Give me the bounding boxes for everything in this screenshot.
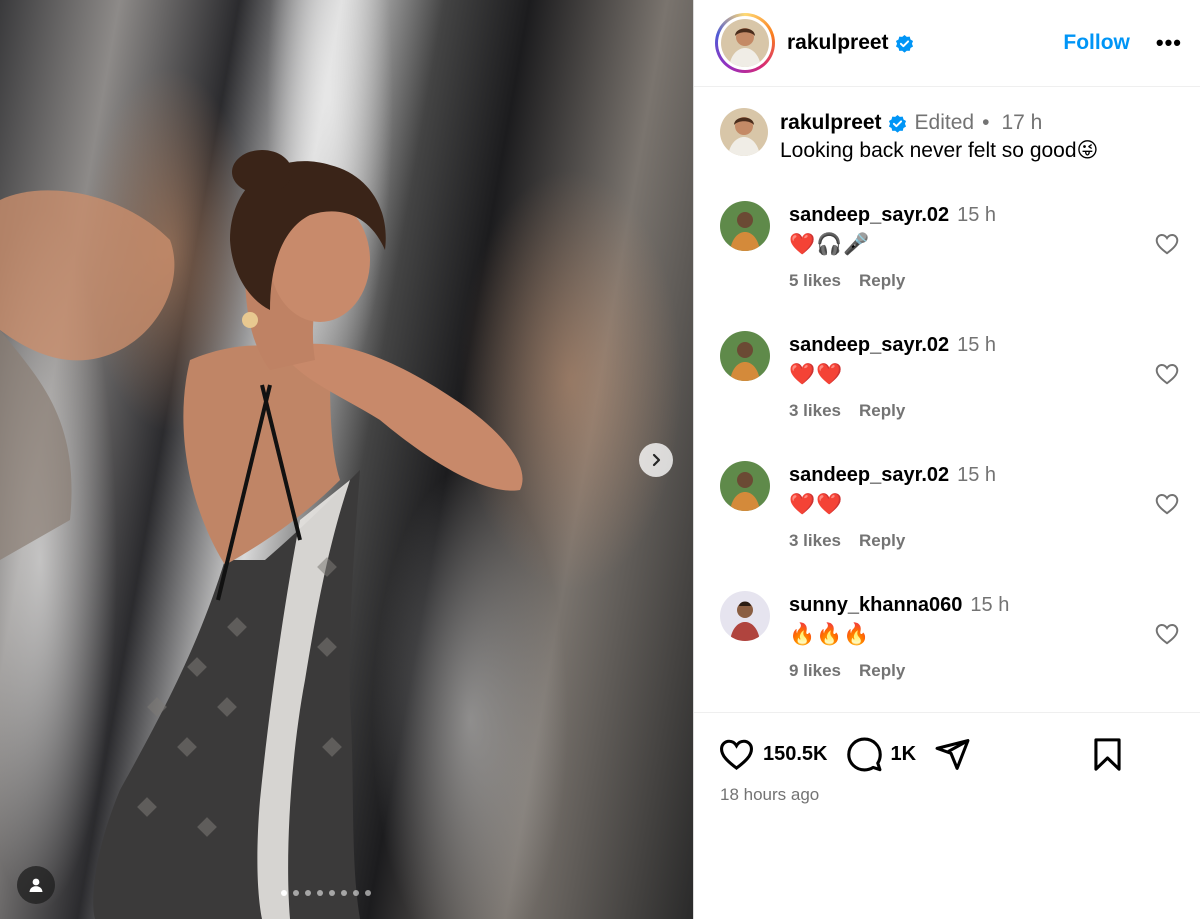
verified-badge-icon bbox=[895, 34, 913, 53]
post-header: rakulpreet Follow ••• bbox=[694, 0, 1200, 87]
verified-badge-icon bbox=[888, 114, 906, 133]
comment-time[interactable]: 15 h bbox=[957, 464, 996, 487]
chevron-right-icon bbox=[652, 453, 661, 467]
bookmark-icon[interactable] bbox=[1089, 736, 1126, 773]
separator: • bbox=[982, 111, 990, 134]
comment-username[interactable]: sunny_khanna060 bbox=[789, 594, 962, 617]
caption-time[interactable]: 17 h bbox=[1001, 111, 1042, 135]
caption-username[interactable]: rakulpreet bbox=[780, 111, 882, 135]
carousel-dot bbox=[293, 890, 299, 896]
comment-text: ❤️🎧🎤 bbox=[789, 233, 871, 256]
comment-text: ❤️❤️ bbox=[789, 493, 844, 516]
reply-button[interactable]: Reply bbox=[859, 271, 905, 290]
comment-item: sunny_khanna060 15 h 🔥🔥🔥 9 likes Reply bbox=[720, 591, 1188, 681]
reply-button[interactable]: Reply bbox=[859, 661, 905, 680]
edited-label: Edited bbox=[914, 111, 975, 134]
like-count[interactable]: 150.5K bbox=[763, 743, 828, 766]
carousel-dot bbox=[281, 890, 287, 896]
post-image[interactable] bbox=[0, 0, 693, 919]
comment-username[interactable]: sandeep_sayr.02 bbox=[789, 204, 949, 227]
comment-likes[interactable]: 3 likes bbox=[789, 401, 841, 420]
post-actions: 150.5K 1K 18 hours ago bbox=[694, 712, 1200, 805]
heart-icon[interactable] bbox=[1154, 361, 1180, 387]
post-timestamp[interactable]: 18 hours ago bbox=[694, 785, 1200, 805]
comment-time[interactable]: 15 h bbox=[970, 594, 1009, 617]
comment-likes[interactable]: 3 likes bbox=[789, 531, 841, 550]
avatar[interactable] bbox=[720, 591, 770, 641]
comment-item: sandeep_sayr.02 15 h ❤️🎧🎤 5 likes Reply bbox=[720, 201, 1188, 291]
carousel-dot bbox=[353, 890, 359, 896]
avatar[interactable] bbox=[720, 201, 770, 251]
comment-text: ❤️❤️ bbox=[789, 363, 844, 386]
comment-item: sandeep_sayr.02 15 h ❤️❤️ 3 likes Reply bbox=[720, 331, 1188, 421]
instagram-post-view: rakulpreet Follow ••• rakulpreet Edited … bbox=[0, 0, 1200, 919]
comment-username[interactable]: sandeep_sayr.02 bbox=[789, 464, 949, 487]
user-tag-icon bbox=[29, 878, 43, 892]
carousel-dot bbox=[365, 890, 371, 896]
comment-item: sandeep_sayr.02 15 h ❤️❤️ 3 likes Reply bbox=[720, 461, 1188, 551]
like-heart-icon[interactable] bbox=[718, 736, 755, 773]
reply-button[interactable]: Reply bbox=[859, 531, 905, 550]
carousel-dot bbox=[317, 890, 323, 896]
post-sidebar: rakulpreet Follow ••• rakulpreet Edited … bbox=[693, 0, 1200, 919]
heart-icon[interactable] bbox=[1154, 231, 1180, 257]
carousel-dot bbox=[305, 890, 311, 896]
follow-button[interactable]: Follow bbox=[1063, 31, 1130, 55]
comment-text: 🔥🔥🔥 bbox=[789, 623, 871, 646]
comment-time[interactable]: 15 h bbox=[957, 334, 996, 357]
avatar bbox=[721, 19, 769, 67]
comment-likes[interactable]: 9 likes bbox=[789, 661, 841, 680]
reply-button[interactable]: Reply bbox=[859, 401, 905, 420]
heart-icon[interactable] bbox=[1154, 621, 1180, 647]
comment-bubble-icon[interactable] bbox=[846, 736, 883, 773]
post-caption: rakulpreet Edited • 17 h Looking back ne… bbox=[720, 108, 1098, 163]
share-send-icon[interactable] bbox=[934, 736, 971, 773]
photo-illustration bbox=[0, 150, 523, 919]
author-username[interactable]: rakulpreet bbox=[787, 31, 889, 55]
comment-time[interactable]: 15 h bbox=[957, 204, 996, 227]
avatar[interactable] bbox=[720, 331, 770, 381]
avatar[interactable] bbox=[720, 108, 768, 156]
heart-icon[interactable] bbox=[1154, 491, 1180, 517]
comment-likes[interactable]: 5 likes bbox=[789, 271, 841, 290]
next-slide-button[interactable] bbox=[639, 443, 673, 477]
comment-username[interactable]: sandeep_sayr.02 bbox=[789, 334, 949, 357]
more-options-button[interactable]: ••• bbox=[1156, 32, 1182, 54]
caption-text: Looking back never felt so good😜 bbox=[780, 139, 1099, 162]
author-avatar-ring[interactable] bbox=[715, 13, 775, 73]
carousel-indicator bbox=[281, 890, 371, 896]
avatar[interactable] bbox=[720, 461, 770, 511]
comment-count[interactable]: 1K bbox=[891, 743, 917, 766]
carousel-dot bbox=[329, 890, 335, 896]
tagged-users-button[interactable] bbox=[17, 866, 55, 904]
carousel-dot bbox=[341, 890, 347, 896]
